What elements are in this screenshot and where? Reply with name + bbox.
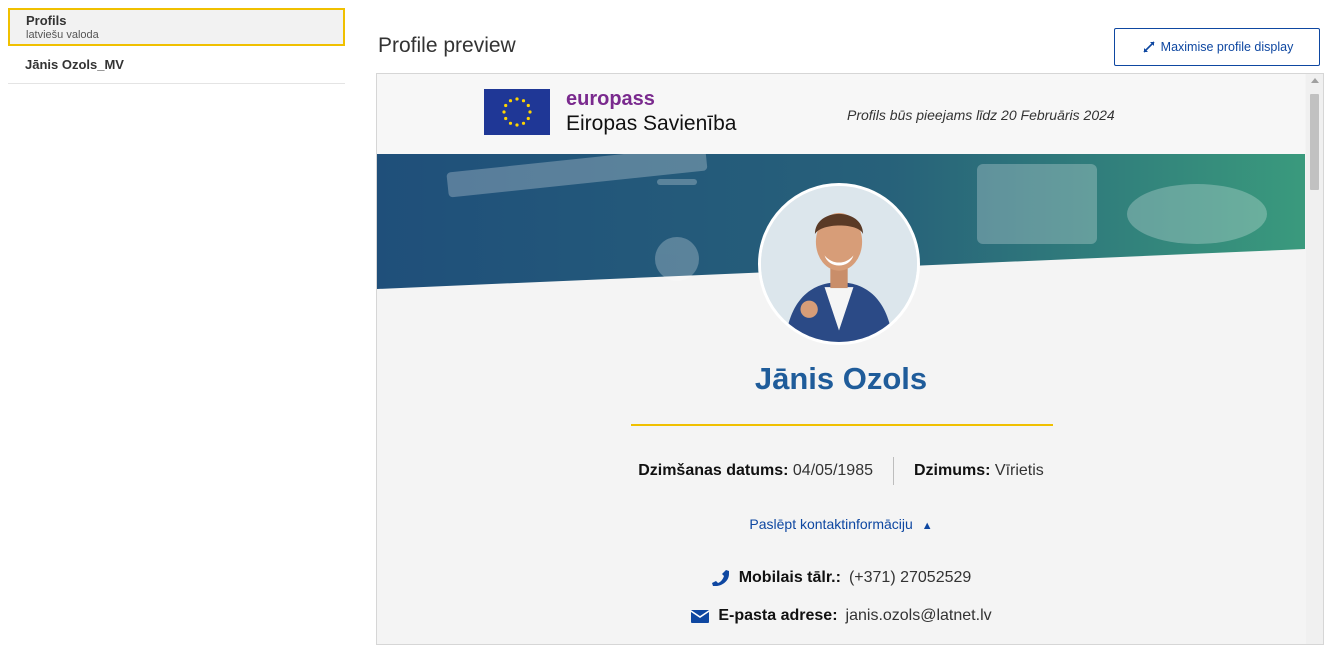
phone-row: Mobilais tālr.: (+371) 27052529 <box>377 568 1305 588</box>
avatar <box>758 183 920 345</box>
europass-header: europass Eiropas Savienība Profils būs p… <box>377 74 1305 154</box>
page-title: Profile preview <box>378 34 516 57</box>
divider <box>631 424 1053 426</box>
birth-date-label: Dzimšanas datums: <box>638 462 789 479</box>
sidebar-item-title: Profils <box>26 12 67 28</box>
phone-value: (+371) 27052529 <box>848 569 972 586</box>
sidebar-item-profils[interactable]: Profils latviešu valoda <box>8 8 345 46</box>
maximise-profile-button[interactable]: Maximise profile display <box>1114 28 1320 66</box>
sidebar-item-subtitle: latviešu valoda <box>26 28 99 41</box>
email-value: janis.ozols@latnet.lv <box>845 607 992 624</box>
eu-flag-icon <box>484 89 550 135</box>
envelope-icon <box>690 610 710 623</box>
scroll-up-icon[interactable] <box>1311 78 1319 83</box>
phone-icon <box>711 570 729 586</box>
sidebar-item-janis-ozols-mv[interactable]: Jānis Ozols_MV <box>8 46 345 84</box>
gender-label: Dzimums: <box>913 462 991 479</box>
birth-date: Dzimšanas datums: 04/05/1985 <box>638 462 873 480</box>
europass-logo-text: europass <box>566 88 655 110</box>
gender: Dzimums: Vīrietis <box>914 462 1044 480</box>
profile-name: Jānis Ozols <box>754 361 928 396</box>
toggle-label: Paslēpt kontaktinformāciju <box>749 516 913 532</box>
phone-label: Mobilais tālr.: <box>738 569 841 586</box>
sidebar: Profils latviešu valoda Jānis Ozols_MV <box>8 8 345 84</box>
scroll-thumb[interactable] <box>1310 94 1319 190</box>
profile-preview-frame[interactable]: europass Eiropas Savienība Profils būs p… <box>376 73 1324 645</box>
gender-value: Vīrietis <box>994 462 1044 479</box>
personal-info-row: Dzimšanas datums: 04/05/1985 Dzimums: Vī… <box>377 457 1305 485</box>
birth-date-value: 04/05/1985 <box>792 462 873 479</box>
email-row: E-pasta adrese: janis.ozols@latnet.lv <box>377 606 1305 626</box>
expand-arrows-icon <box>1143 41 1155 53</box>
hide-contact-info-toggle[interactable]: Paslēpt kontaktinformāciju ▲ <box>377 516 1305 532</box>
availability-text: Profils būs pieejams līdz 20 Februāris 2… <box>847 107 1115 123</box>
maximise-profile-label: Maximise profile display <box>1160 40 1294 54</box>
email-label: E-pasta adrese: <box>718 607 838 624</box>
scrollbar[interactable] <box>1306 74 1323 644</box>
separator <box>892 457 894 485</box>
eu-union-text: Eiropas Savienība <box>566 112 737 135</box>
chevron-up-icon: ▲ <box>921 520 933 532</box>
sidebar-item-title: Jānis Ozols_MV <box>25 57 124 72</box>
